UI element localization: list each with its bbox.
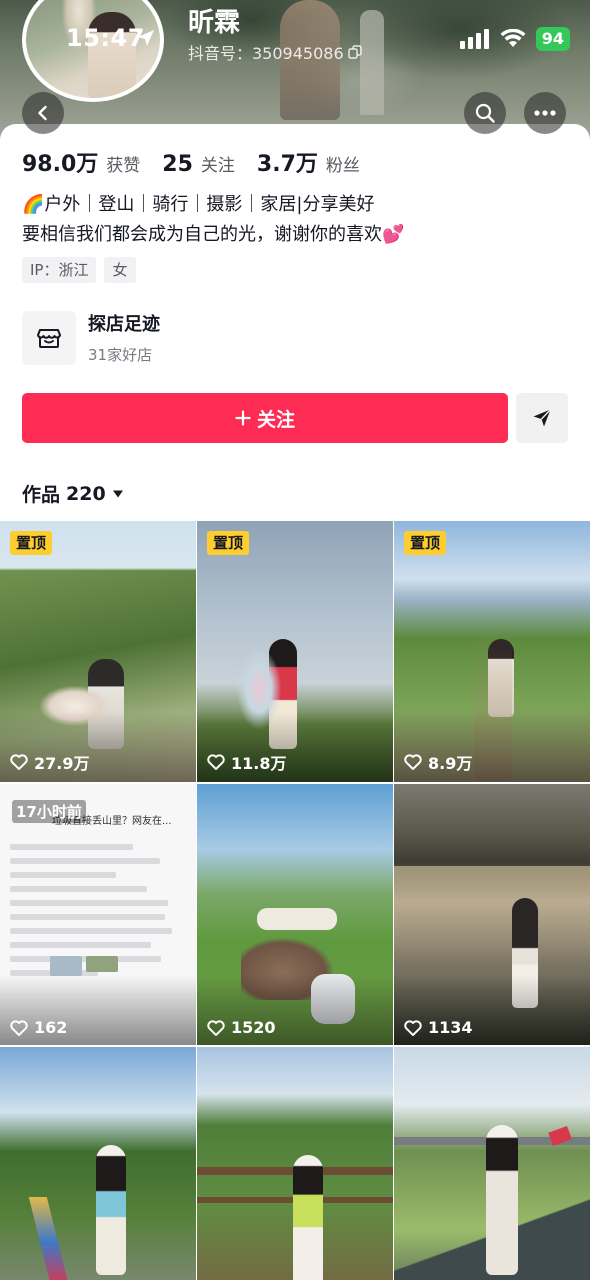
stat-followers-value: 3.7万: [256, 152, 318, 177]
like-count: 162: [10, 1018, 67, 1037]
bio-line-2: 要相信我们都会成为自己的光，谢谢你的喜欢💕: [22, 224, 405, 245]
stat-following-label: 关注: [200, 156, 235, 176]
like-count: 11.8万: [207, 750, 286, 774]
like-count-value: 162: [34, 1018, 68, 1037]
works-grid: 置顶 27.9万 置顶 11.8万 置顶 8.9万 垃圾直接丢山里？网友在...…: [0, 521, 590, 1280]
like-count: 1134: [404, 1018, 473, 1037]
heart-outline-icon: [207, 754, 225, 770]
pinned-badge: 置顶: [10, 531, 53, 555]
like-count-value: 1134: [428, 1018, 473, 1037]
shop-subtitle: 31家好店: [88, 346, 153, 364]
shop-title: 探店足迹: [88, 314, 160, 335]
more-options-button[interactable]: [524, 92, 566, 134]
profile-tags: IP：浙江 女: [22, 257, 136, 283]
search-button[interactable]: [464, 92, 506, 134]
post-time-badge: 17小时前: [12, 800, 86, 823]
pinned-badge: 置顶: [207, 531, 250, 555]
profile-stats: 98.0万 获赞 25 关注 3.7万 粉丝: [22, 146, 360, 178]
gender-tag: 女: [104, 257, 136, 283]
stat-followers-label: 粉丝: [325, 156, 360, 176]
like-count-value: 8.9万: [428, 754, 473, 773]
stat-likes-label: 获赞: [106, 156, 141, 176]
copy-icon: [347, 45, 362, 59]
heart-outline-icon: [404, 754, 422, 770]
works-tab[interactable]: 作品 220: [22, 480, 124, 507]
video-tile[interactable]: 1134: [394, 784, 590, 1045]
wifi-icon: [500, 29, 526, 47]
profile-sheet: 98.0万 获赞 25 关注 3.7万 粉丝 🌈户外｜登山｜骑行｜摄影｜家居|分…: [0, 124, 590, 1280]
storefront-icon: [37, 328, 61, 348]
stat-followers[interactable]: 3.7万 粉丝: [257, 146, 360, 178]
douyin-id-text: 抖音号：350945086: [188, 44, 344, 63]
cellular-signal-icon: [459, 29, 489, 49]
video-tile[interactable]: 垃圾直接丢山里？网友在... 17小时前 162: [0, 784, 196, 1045]
status-time: 15:47: [66, 24, 145, 52]
like-count: 27.9万: [10, 750, 89, 774]
location-arrow-icon: [138, 30, 154, 46]
send-message-button[interactable]: [516, 393, 568, 443]
douyin-id[interactable]: 抖音号：350945086: [188, 40, 362, 64]
caret-down-icon: [112, 490, 123, 497]
battery-indicator: 94: [535, 27, 570, 51]
follow-button-label: 关注: [256, 408, 295, 431]
bio-line-1: 🌈户外｜登山｜骑行｜摄影｜家居|分享美好: [22, 194, 375, 215]
stat-following-value: 25: [162, 152, 193, 177]
works-label: 作品: [22, 484, 61, 506]
video-tile[interactable]: [394, 1047, 590, 1280]
paper-plane-icon: [533, 409, 552, 427]
nickname: 昕霖: [188, 8, 241, 38]
like-count-value: 11.8万: [231, 754, 287, 773]
heart-outline-icon: [10, 754, 28, 770]
video-thumbnail: [197, 1047, 393, 1280]
video-tile[interactable]: 置顶 11.8万: [197, 521, 393, 782]
shop-visits-entry[interactable]: 探店足迹 31家好店: [22, 310, 160, 365]
video-thumbnail: [0, 1047, 196, 1280]
like-count-value: 27.9万: [34, 754, 90, 773]
heart-outline-icon: [10, 1019, 28, 1036]
like-count: 8.9万: [404, 750, 472, 774]
shop-text: 探店足迹 31家好店: [88, 310, 160, 365]
video-tile[interactable]: 置顶 8.9万: [394, 521, 590, 782]
stat-following[interactable]: 25 关注: [162, 151, 235, 177]
profile-page: 15:47 94 昕霖 抖音号：350945086 98.0万 获赞 25 关注…: [0, 0, 590, 1280]
back-button[interactable]: [22, 92, 64, 134]
heart-outline-icon: [404, 1019, 422, 1036]
pinned-badge: 置顶: [404, 531, 447, 555]
more-dots-icon: [534, 110, 556, 116]
bio: 🌈户外｜登山｜骑行｜摄影｜家居|分享美好 要相信我们都会成为自己的光，谢谢你的喜…: [22, 190, 404, 250]
like-count-value: 1520: [231, 1018, 276, 1037]
video-tile[interactable]: [197, 1047, 393, 1280]
chevron-left-icon: [38, 105, 47, 121]
video-tile[interactable]: 置顶 27.9万: [0, 521, 196, 782]
status-indicators: 94: [459, 26, 570, 52]
search-icon: [475, 103, 495, 123]
plus-icon: [235, 410, 251, 426]
video-tile[interactable]: 1520: [197, 784, 393, 1045]
stat-likes[interactable]: 98.0万 获赞: [22, 146, 140, 178]
shop-icon-wrap: [22, 310, 76, 365]
follow-button[interactable]: 关注: [22, 393, 508, 443]
heart-outline-icon: [207, 1019, 225, 1036]
ip-location-tag: IP：浙江: [22, 257, 97, 283]
video-thumbnail: [394, 1047, 590, 1280]
stat-likes-value: 98.0万: [22, 152, 99, 177]
works-count: 220: [66, 482, 106, 505]
like-count: 1520: [207, 1018, 276, 1037]
video-tile[interactable]: [0, 1047, 196, 1280]
